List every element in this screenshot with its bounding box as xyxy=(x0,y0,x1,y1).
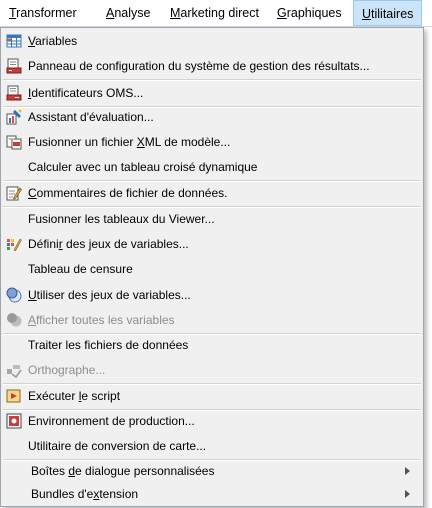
show-all-variables-icon xyxy=(6,312,22,328)
menu-item-scoring-wizard[interactable]: Assistant d'évaluation... xyxy=(2,105,422,129)
variables-grid-icon xyxy=(6,33,22,49)
submenu-arrow-icon xyxy=(405,490,410,498)
menu-item-merge-model-xml[interactable]: Fusionner un fichier XML de modèle... xyxy=(2,130,422,154)
menu-item-define-variable-sets[interactable]: Définir des jeux de variables... xyxy=(2,232,422,256)
define-variable-sets-icon xyxy=(6,236,22,252)
menu-item-extension-bundles[interactable]: Bundles d'extension xyxy=(2,482,422,506)
menu-analyse[interactable]: Analyse xyxy=(106,0,150,26)
run-script-icon xyxy=(6,388,22,404)
submenu-arrow-icon xyxy=(405,467,410,475)
merge-xml-icon xyxy=(6,134,22,150)
spelling-icon xyxy=(6,362,22,379)
menu-utilitaires[interactable]: Utilitaires xyxy=(353,0,423,26)
menu-item-calculate-pivot-table[interactable]: Calculer avec un tableau croisé dynamiqu… xyxy=(2,155,422,179)
menu-graphiques[interactable]: Graphiques xyxy=(277,0,342,26)
menu-item-oms-control-panel[interactable]: Panneau de configuration du système de g… xyxy=(2,54,422,78)
comments-edit-icon xyxy=(6,185,22,201)
menu-item-production-environment[interactable]: Environnement de production... xyxy=(2,409,422,433)
menu-bar: Transformer Analyse Marketing direct Gra… xyxy=(0,0,432,27)
menu-marketing-direct[interactable]: Marketing direct xyxy=(170,0,259,26)
production-environment-icon xyxy=(6,413,22,429)
menu-item-show-all-variables: Afficher toutes les variables xyxy=(2,308,422,332)
oms-identifiers-icon xyxy=(6,85,22,101)
menu-item-variables[interactable]: Variables xyxy=(2,29,422,53)
menu-item-use-variable-sets[interactable]: Utiliser des jeux de variables... xyxy=(2,283,422,307)
menu-item-data-file-comments[interactable]: Commentaires de fichier de données. xyxy=(2,181,422,205)
scoring-wizard-icon xyxy=(6,109,22,125)
menu-transformer[interactable]: Transformer xyxy=(9,0,77,26)
menu-item-map-conversion-utility[interactable]: Utilitaire de conversion de carte... xyxy=(2,434,422,458)
menu-item-merge-viewer-tables[interactable]: Fusionner les tableaux du Viewer... xyxy=(2,207,422,231)
menu-item-process-data-files[interactable]: Traiter les fichiers de données xyxy=(2,333,422,357)
utilitaires-dropdown: Variables Panneau de configuration du sy… xyxy=(0,27,424,507)
menu-item-custom-dialogs[interactable]: Boîtes de dialogue personnalisées xyxy=(2,459,422,483)
control-panel-icon xyxy=(6,58,22,74)
menu-item-oms-identifiers[interactable]: Identificateurs OMS... xyxy=(2,81,422,105)
menu-item-censor-table[interactable]: Tableau de censure xyxy=(2,257,422,281)
menu-item-run-script[interactable]: Exécuter le script xyxy=(2,384,422,408)
use-variable-sets-icon xyxy=(6,287,22,303)
menu-item-spelling: Orthographe... xyxy=(2,358,422,382)
